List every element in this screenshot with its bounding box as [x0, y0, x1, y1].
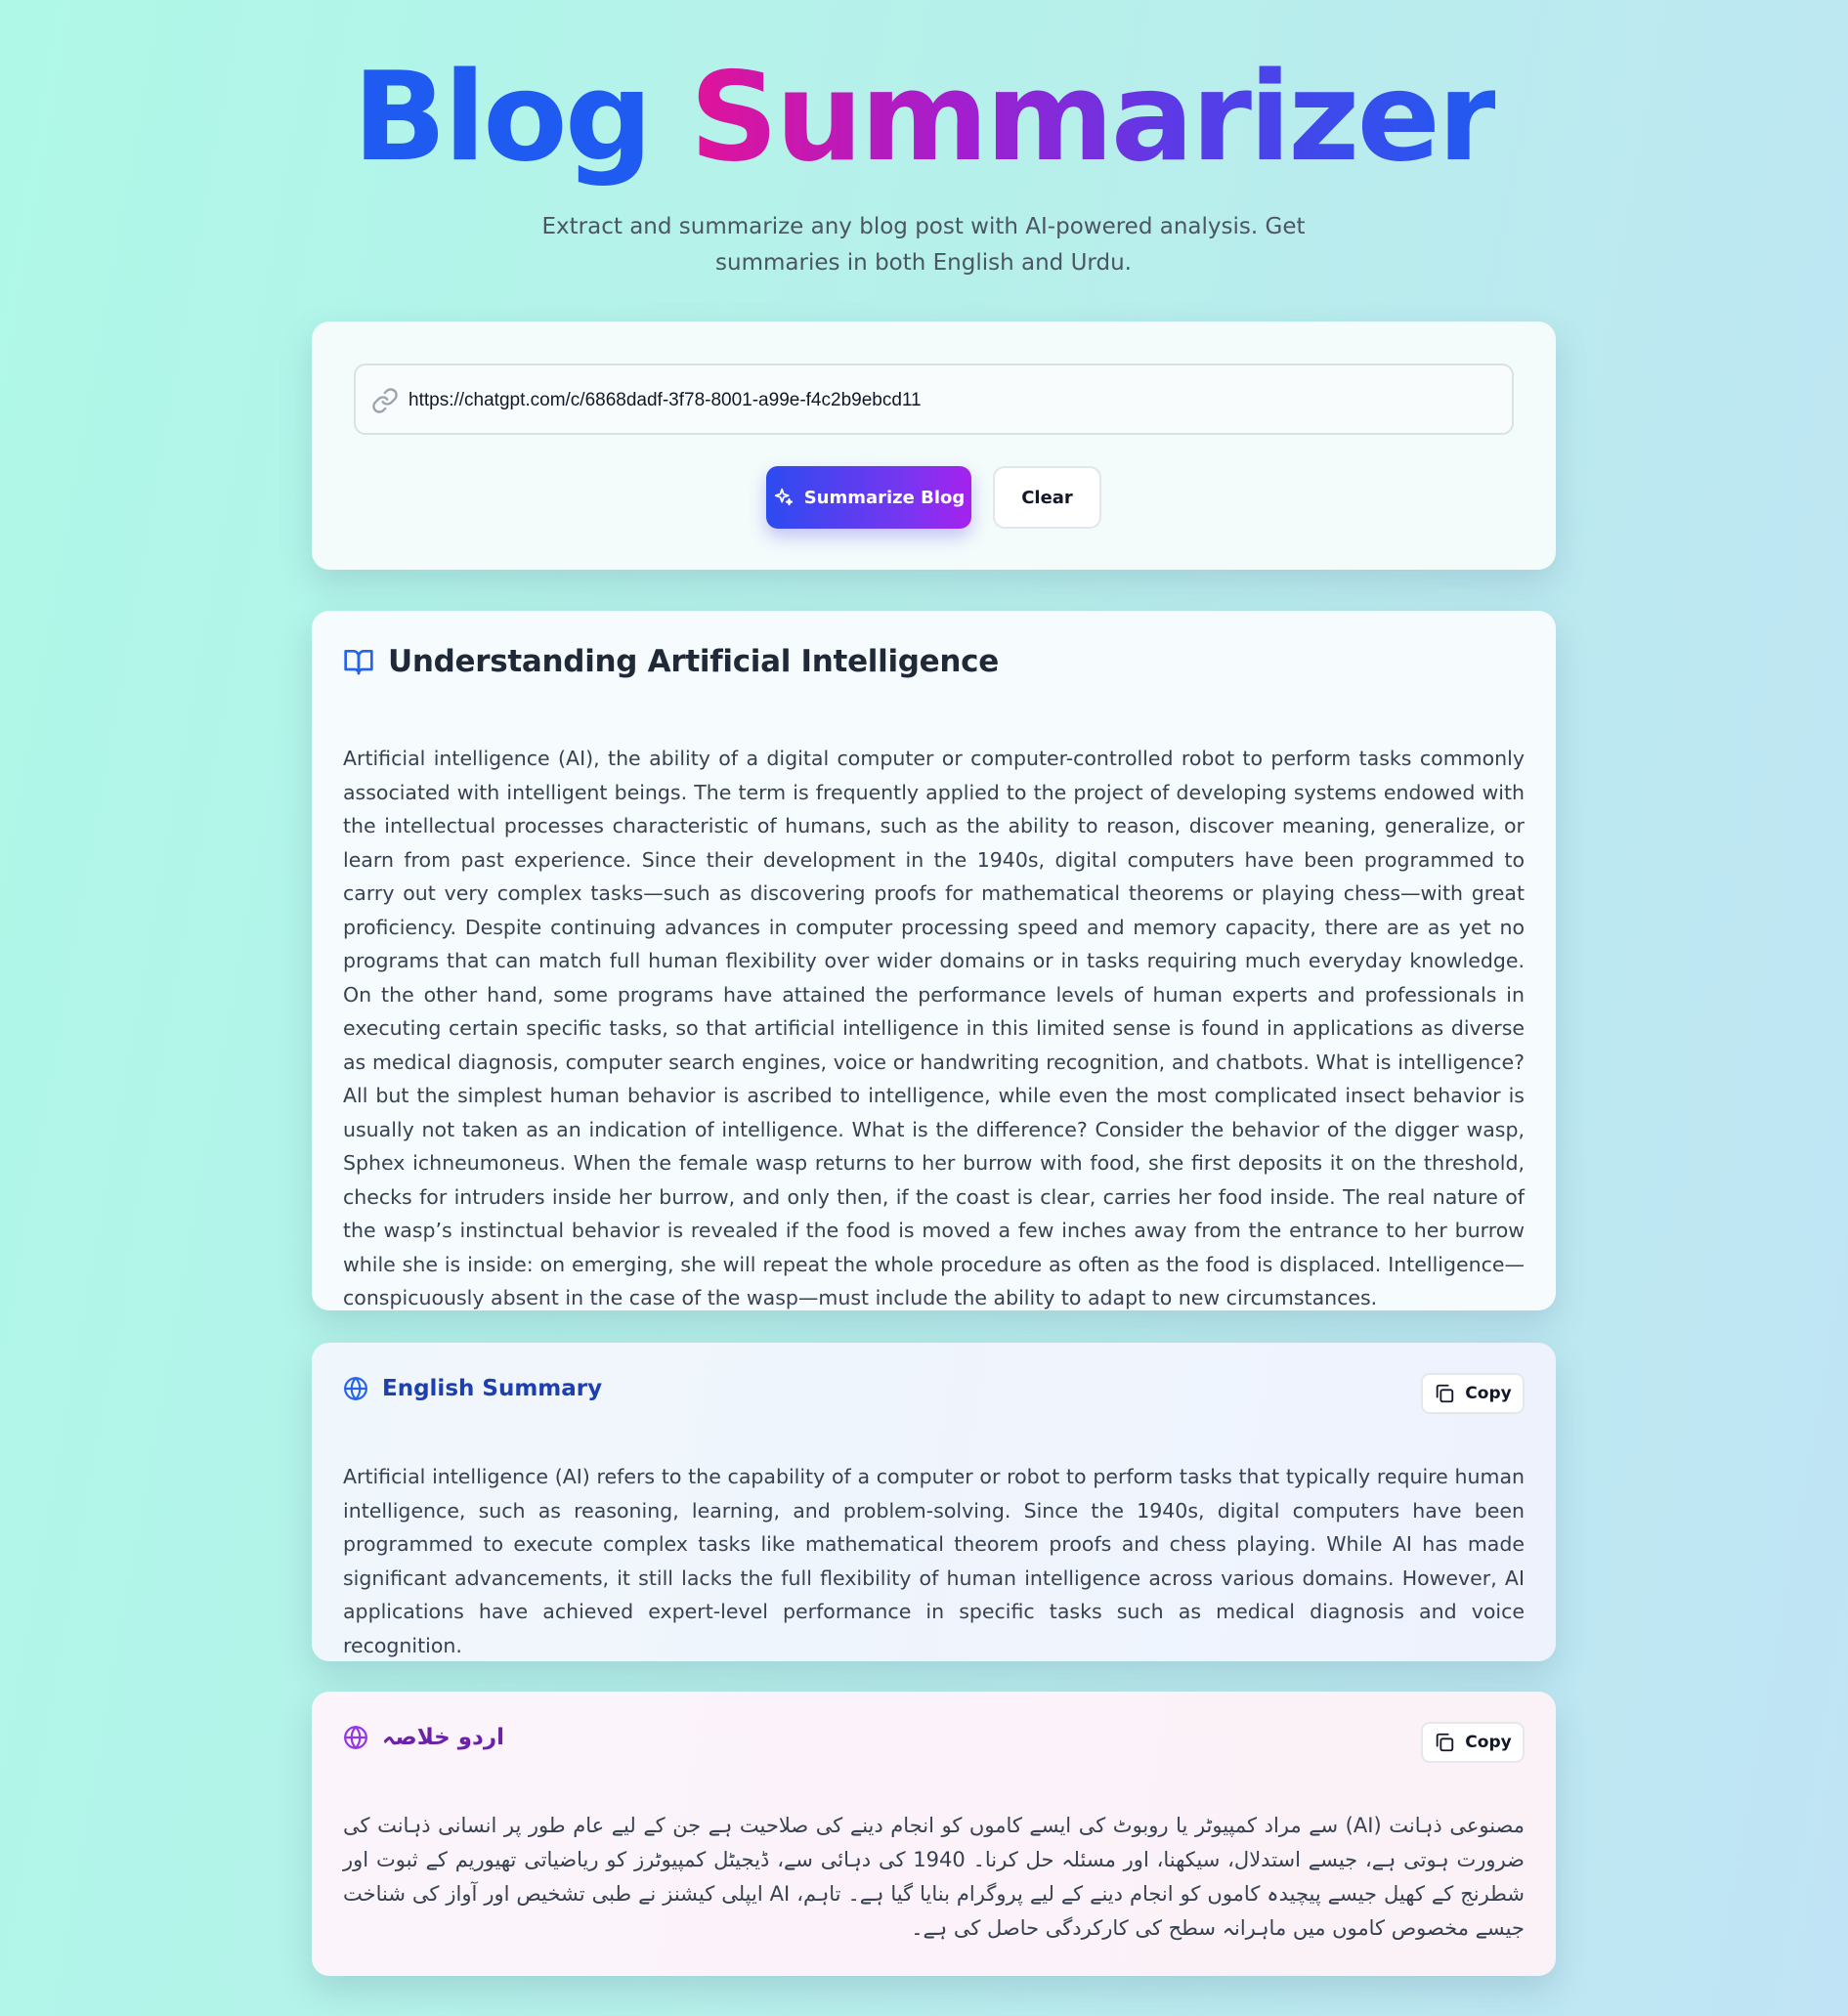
globe-icon — [344, 1377, 367, 1400]
copy-icon — [1437, 1733, 1454, 1752]
article-body: Artificial intelligence (AI), the abilit… — [343, 747, 1525, 1309]
app-title: Blog Summarizer — [0, 39, 1848, 195]
url-input[interactable] — [407, 379, 1495, 422]
book-open-icon — [344, 650, 373, 675]
url-input-card: Summarize Blog Clear — [312, 322, 1556, 570]
copy-icon — [1437, 1384, 1454, 1403]
url-field[interactable] — [354, 364, 1514, 435]
english-summary-card: English Summary Copy Artificial intellig… — [312, 1343, 1556, 1661]
urdu-summary-title: اردو خلاصہ — [382, 1725, 504, 1750]
copy-english-button[interactable]: Copy — [1421, 1373, 1525, 1414]
link-icon — [372, 388, 398, 413]
summarize-button[interactable]: Summarize Blog — [766, 466, 971, 529]
title-word-summarizer: Summarizer — [689, 45, 1498, 189]
copy-urdu-label: Copy — [1465, 1733, 1512, 1752]
title-word-blog: Blog — [352, 45, 653, 189]
copy-urdu-button[interactable]: Copy — [1421, 1722, 1525, 1763]
urdu-summary-card: اردو خلاصہ Copy مصنوعی ذہانت (AI) سے مرا… — [312, 1692, 1556, 1976]
app-subtitle: Extract and summarize any blog post with… — [541, 214, 1306, 276]
english-summary-title: English Summary — [382, 1376, 603, 1401]
clear-button[interactable]: Clear — [993, 466, 1101, 529]
globe-icon — [344, 1726, 367, 1749]
article-title: Understanding Artificial Intelligence — [388, 644, 999, 679]
urdu-summary-body: مصنوعی ذہانت (AI) سے مراد کمپیوٹر یا روب… — [343, 1814, 1525, 1940]
article-card: Understanding Artificial Intelligence Ar… — [312, 611, 1556, 1310]
sparkles-icon — [774, 488, 793, 506]
copy-english-label: Copy — [1465, 1384, 1512, 1403]
english-summary-body: Artificial intelligence (AI) refers to t… — [343, 1465, 1525, 1657]
summarize-button-label: Summarize Blog — [803, 487, 966, 508]
